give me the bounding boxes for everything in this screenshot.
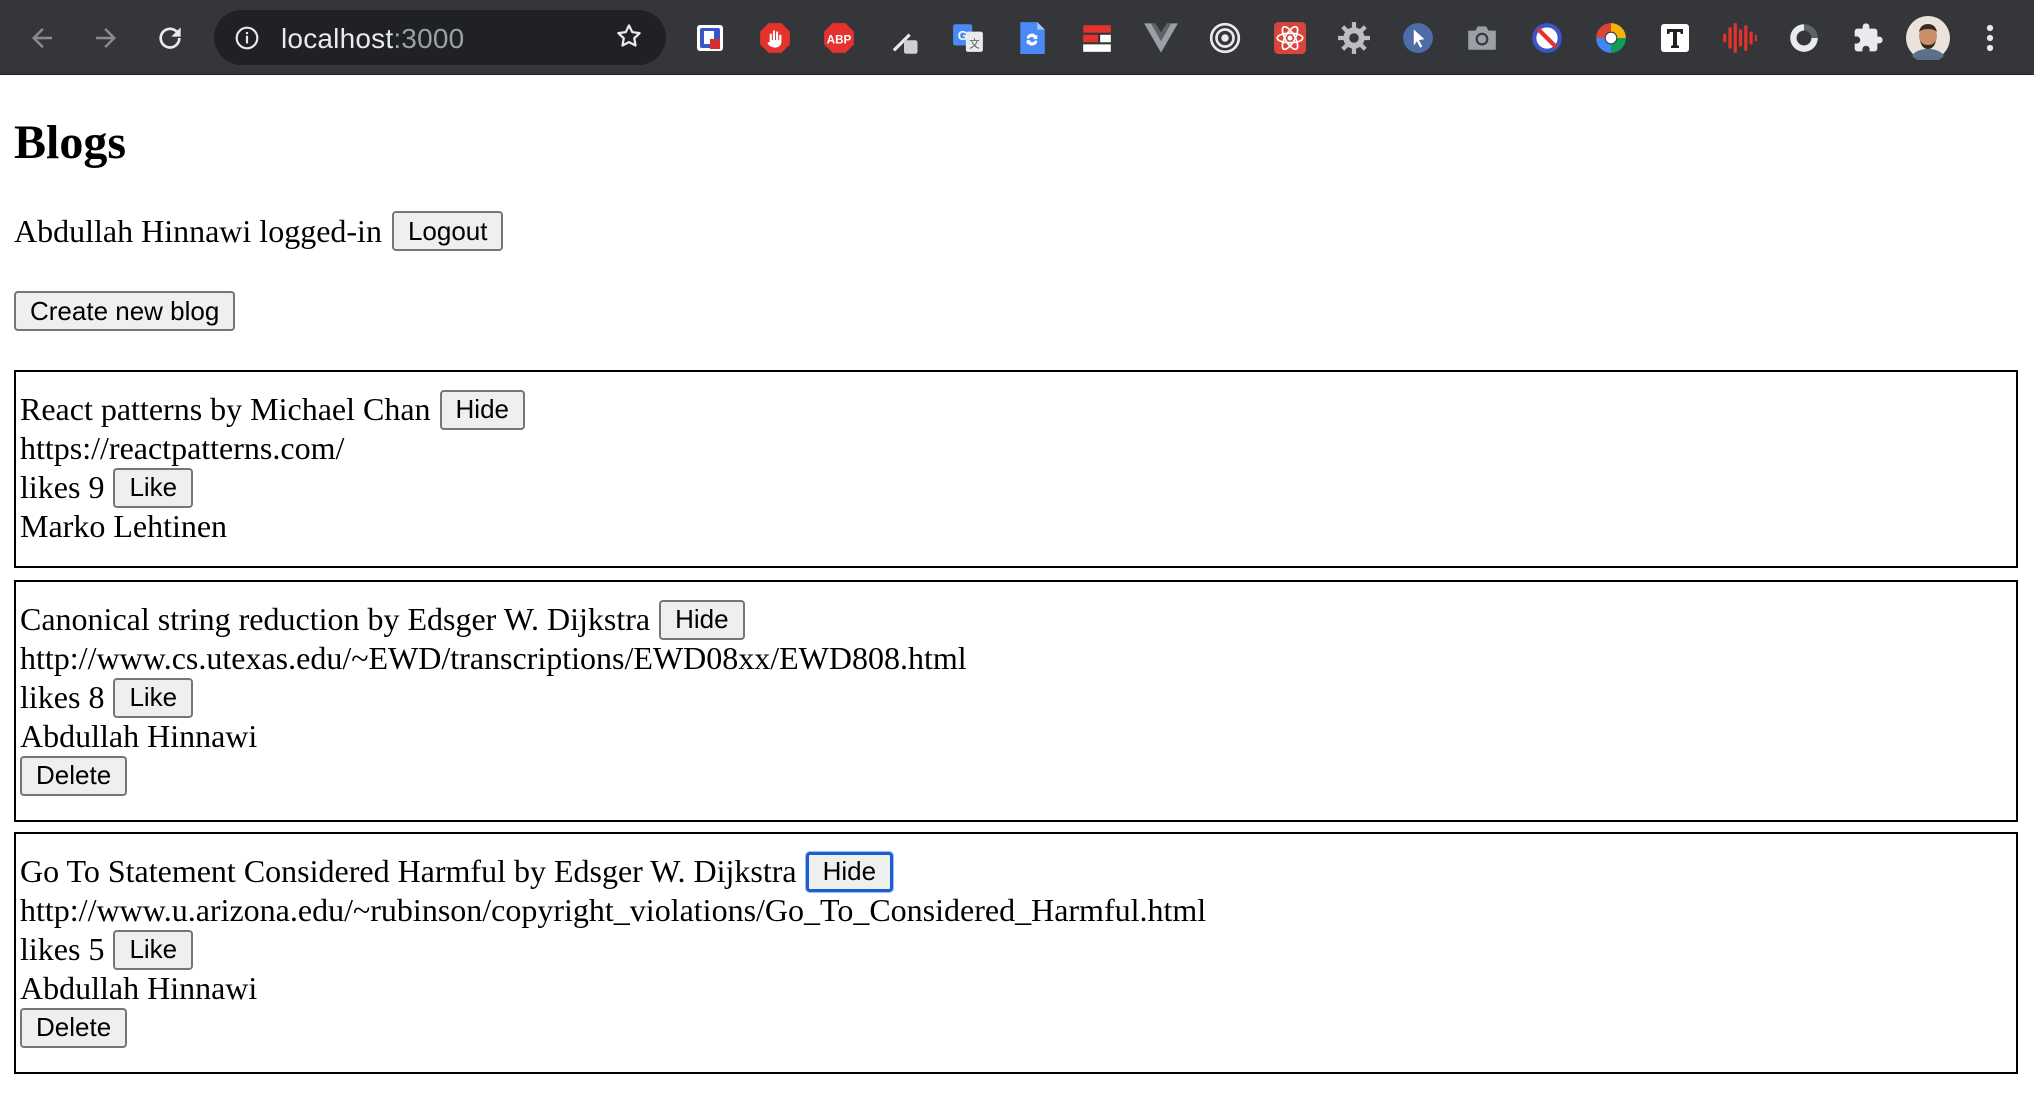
vue-devtools-icon[interactable]: [1141, 18, 1181, 58]
forward-arrow-icon[interactable]: [86, 18, 126, 58]
blog-url: http://www.cs.utexas.edu/~EWD/transcript…: [20, 640, 967, 676]
google-translate-icon[interactable]: G文: [948, 18, 988, 58]
likes-label: likes: [20, 931, 81, 967]
browser-toolbar: localhost:3000 ABP G文: [0, 0, 2034, 75]
eyedropper-icon[interactable]: [884, 18, 924, 58]
gear-icon[interactable]: [1334, 18, 1374, 58]
logged-in-suffix: logged-in: [259, 212, 382, 249]
blog-user: Marko Lehtinen: [20, 508, 228, 544]
hide-button[interactable]: Hide: [805, 851, 894, 892]
url-port: :3000: [393, 23, 465, 54]
blog-url: http://www.u.arizona.edu/~rubinson/copyr…: [20, 892, 1207, 928]
blog-title: Canonical string reduction by Edsger W. …: [20, 601, 651, 637]
blog-user: Abdullah Hinnawi: [20, 718, 258, 754]
flag-icon[interactable]: [1077, 18, 1117, 58]
profile-avatar-icon[interactable]: [1905, 15, 1951, 61]
url-text[interactable]: localhost:3000: [281, 23, 464, 55]
like-button[interactable]: Like: [113, 467, 194, 508]
blog-card: Canonical string reduction by Edsger W. …: [14, 580, 2018, 822]
cursor-icon[interactable]: [1398, 18, 1438, 58]
delete-button[interactable]: Delete: [20, 1007, 128, 1048]
stop-hand-icon[interactable]: [755, 18, 795, 58]
create-new-blog-button[interactable]: Create new blog: [14, 291, 236, 331]
bookmark-star-icon[interactable]: [614, 21, 644, 56]
back-arrow-icon[interactable]: [22, 18, 62, 58]
half-circle-icon[interactable]: [1784, 18, 1824, 58]
like-button[interactable]: Like: [113, 677, 194, 718]
delete-button[interactable]: Delete: [20, 755, 128, 796]
adblock-plus-icon[interactable]: ABP: [819, 18, 859, 58]
blog-card: Go To Statement Considered Harmful by Ed…: [14, 832, 2018, 1074]
reload-icon[interactable]: [150, 18, 190, 58]
logged-in-user: Abdullah Hinnawi: [14, 212, 252, 249]
likes-count: 8: [88, 679, 105, 715]
audio-wave-icon[interactable]: [1720, 18, 1760, 58]
color-wheel-icon[interactable]: [1591, 18, 1631, 58]
login-status: Abdullah Hinnawi logged-in Logout: [14, 211, 504, 251]
page-title: Blogs: [14, 116, 127, 169]
blog-title: Go To Statement Considered Harmful by Ed…: [20, 853, 797, 889]
react-devtools-icon[interactable]: [1270, 18, 1310, 58]
target-icon[interactable]: [1205, 18, 1245, 58]
no-entry-icon[interactable]: [1527, 18, 1567, 58]
blog-user: Abdullah Hinnawi: [20, 970, 258, 1006]
shield-extension-icon[interactable]: [690, 18, 730, 58]
camera-icon[interactable]: [1462, 18, 1502, 58]
hide-button[interactable]: Hide: [659, 599, 745, 640]
likes-label: likes: [20, 469, 81, 505]
hide-button[interactable]: Hide: [439, 389, 526, 430]
logout-button[interactable]: Logout: [391, 211, 504, 251]
address-bar[interactable]: localhost:3000: [214, 10, 666, 65]
svg-text:文: 文: [969, 38, 980, 51]
blog-title: React patterns by Michael Chan: [20, 391, 431, 427]
likes-count: 5: [88, 931, 105, 967]
likes-count: 9: [88, 469, 105, 505]
kebab-menu-icon[interactable]: [1970, 18, 2010, 58]
blog-url: https://reactpatterns.com/: [20, 430, 345, 466]
t-letter-icon[interactable]: [1655, 18, 1695, 58]
url-host: localhost: [281, 23, 394, 54]
doc-sync-icon[interactable]: [1012, 18, 1052, 58]
like-button[interactable]: Like: [113, 929, 194, 970]
svg-text:ABP: ABP: [827, 33, 852, 46]
puzzle-icon[interactable]: [1848, 18, 1888, 58]
likes-label: likes: [20, 679, 81, 715]
blog-card: React patterns by Michael Chan Hide http…: [14, 370, 2018, 568]
info-icon[interactable]: [234, 25, 260, 56]
